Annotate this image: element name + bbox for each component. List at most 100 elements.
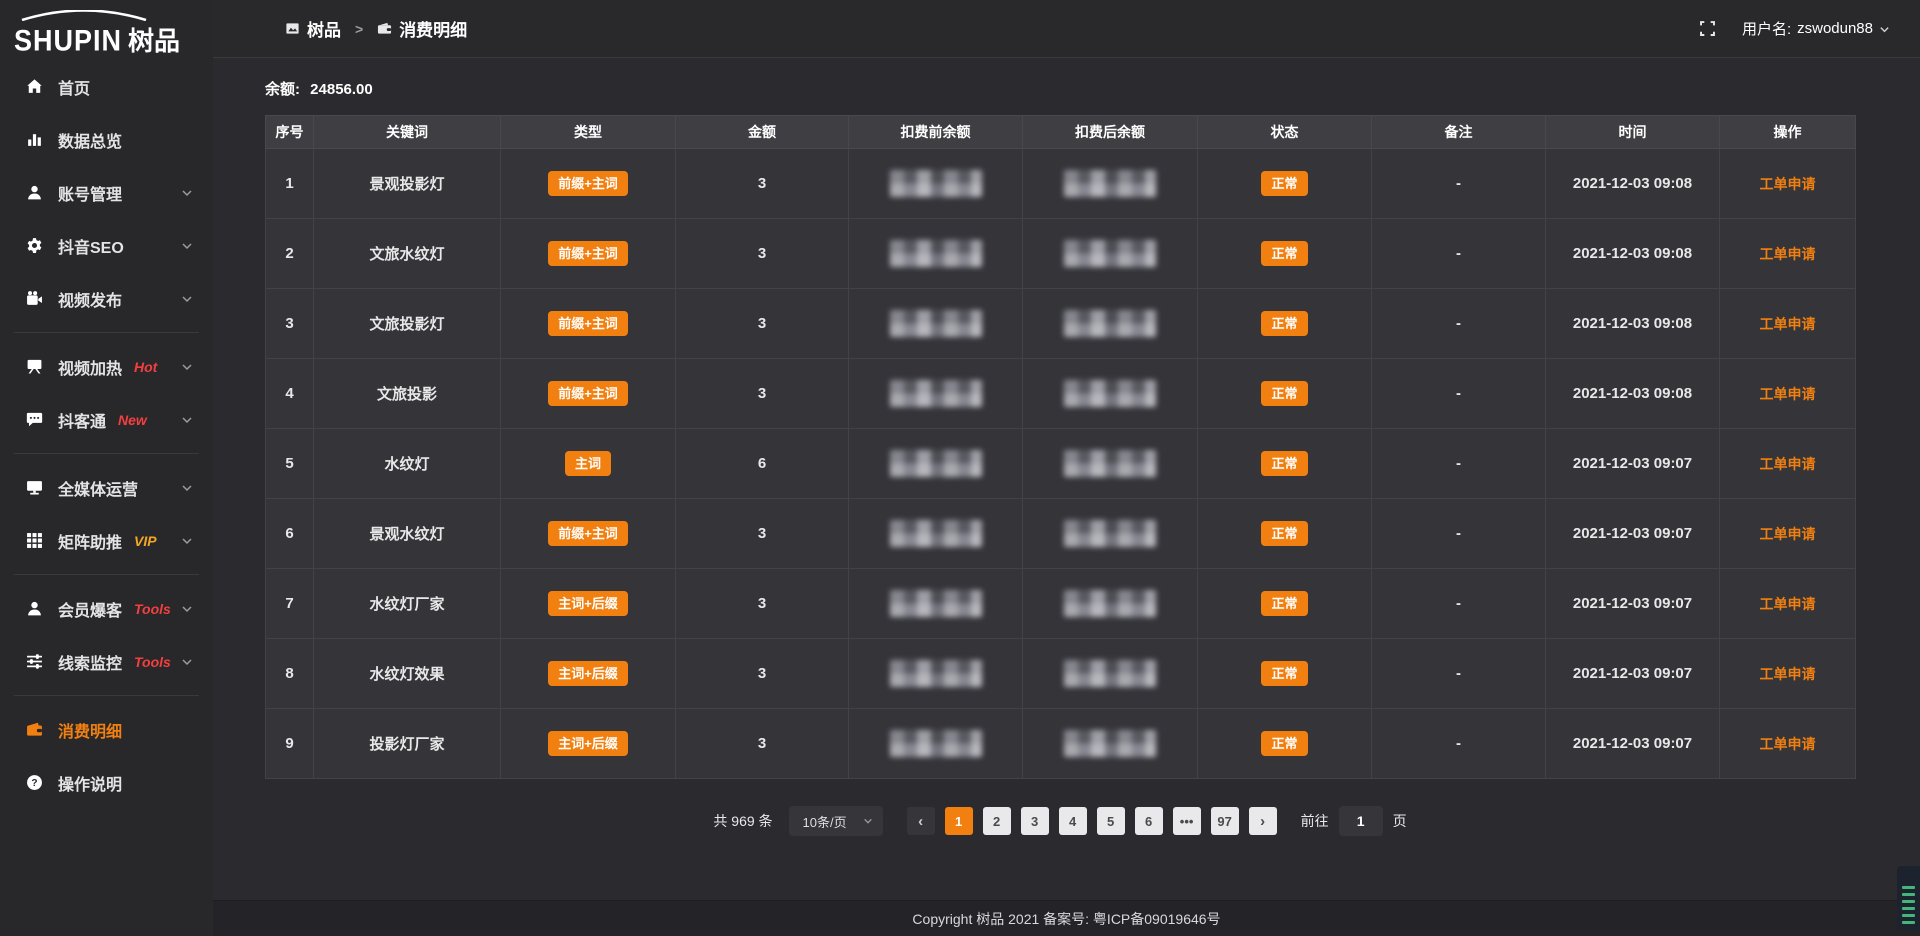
page-size-select[interactable]: 10条/页 <box>789 806 883 836</box>
cell-type: 前缀+主词 <box>501 499 676 569</box>
more-pages-button[interactable]: ••• <box>1173 807 1201 835</box>
status-badge: 正常 <box>1261 661 1307 686</box>
cell-time: 2021-12-03 09:08 <box>1546 149 1720 219</box>
redacted-balance-after <box>1064 660 1156 687</box>
sidebar-item-consumption-detail[interactable]: 消费明细 <box>0 703 213 756</box>
sidebar-item-matrix-boost[interactable]: 矩阵助推 VIP <box>0 514 213 567</box>
cell-balance-after <box>1023 149 1198 219</box>
cell-remark: - <box>1372 569 1546 639</box>
dashboard-icon <box>285 21 300 36</box>
app-window: SHUPIN 树品 首页 数据总览 账号管理 抖音SEO 视频发布 <box>0 0 1920 936</box>
sidebar-item-member-burst[interactable]: 会员爆客 Tools <box>0 582 213 635</box>
table-row: 9 投影灯厂家 主词+后缀 3 正常 - 2021-12-03 09:07 工单… <box>266 709 1856 779</box>
redacted-balance-before <box>890 520 982 547</box>
cell-balance-after <box>1023 289 1198 359</box>
sidebar-item-lead-monitor[interactable]: 线索监控 Tools <box>0 635 213 688</box>
status-badge: 正常 <box>1261 241 1307 266</box>
copyright-text: Copyright 树品 2021 备案号: 粤ICP备09019646号 <box>912 909 1220 929</box>
work-order-link[interactable]: 工单申请 <box>1760 596 1816 612</box>
fullscreen-icon[interactable] <box>1699 20 1716 37</box>
next-page-button[interactable]: › <box>1249 807 1277 835</box>
sidebar-item-operation-guide[interactable]: ? 操作说明 <box>0 756 213 809</box>
work-order-link[interactable]: 工单申请 <box>1760 246 1816 262</box>
work-order-link[interactable]: 工单申请 <box>1760 316 1816 332</box>
sidebar-item-home[interactable]: 首页 <box>0 60 213 113</box>
widget-bar <box>1902 914 1915 917</box>
sidebar-item-video-heat[interactable]: 视频加热 Hot <box>0 340 213 393</box>
cell-balance-after <box>1023 359 1198 429</box>
redacted-balance-after <box>1064 590 1156 617</box>
wallet-icon <box>25 721 44 738</box>
cell-balance-before <box>849 289 1023 359</box>
work-order-link[interactable]: 工单申请 <box>1760 456 1816 472</box>
cell-action: 工单申请 <box>1720 639 1856 709</box>
cell-time: 2021-12-03 09:08 <box>1546 289 1720 359</box>
cell-keyword: 水纹灯 <box>314 429 501 499</box>
page-button-2[interactable]: 2 <box>983 807 1011 835</box>
page-button-4[interactable]: 4 <box>1059 807 1087 835</box>
table-row: 5 水纹灯 主词 6 正常 - 2021-12-03 09:07 工单申请 <box>266 429 1856 499</box>
cell-status: 正常 <box>1198 709 1372 779</box>
table-header-row: 序号关键词类型金额扣费前余额扣费后余额状态备注时间操作 <box>266 116 1856 149</box>
page-button-5[interactable]: 5 <box>1097 807 1125 835</box>
sidebar-item-video-publish[interactable]: 视频发布 <box>0 272 213 325</box>
cell-remark: - <box>1372 709 1546 779</box>
breadcrumb-label: 树品 <box>307 16 341 41</box>
sidebar-item-doukeTong[interactable]: 抖客通 New <box>0 393 213 446</box>
sidebar-item-media-operation[interactable]: 全媒体运营 <box>0 461 213 514</box>
cell-remark: - <box>1372 149 1546 219</box>
breadcrumb-label: 消费明细 <box>399 16 467 41</box>
sliders-icon <box>25 653 44 670</box>
sidebar-item-label: 首页 <box>58 75 90 99</box>
cell-status: 正常 <box>1198 639 1372 709</box>
pagination: 共 969 条 10条/页 ‹ 123456•••97 › 前往 页 <box>265 806 1855 836</box>
cell-amount: 3 <box>676 639 849 709</box>
cell-time: 2021-12-03 09:07 <box>1546 569 1720 639</box>
status-badge: 正常 <box>1261 311 1307 336</box>
table-row: 1 景观投影灯 前缀+主词 3 正常 - 2021-12-03 09:08 工单… <box>266 149 1856 219</box>
cell-index: 7 <box>266 569 314 639</box>
status-badge: 正常 <box>1261 521 1307 546</box>
type-badge: 前缀+主词 <box>548 171 628 196</box>
cell-action: 工单申请 <box>1720 359 1856 429</box>
work-order-link[interactable]: 工单申请 <box>1760 386 1816 402</box>
status-badge: 正常 <box>1261 591 1307 616</box>
sidebar-item-douyin-seo[interactable]: 抖音SEO <box>0 219 213 272</box>
breadcrumb-item-home[interactable]: 树品 <box>285 16 341 41</box>
topbar: 树品 > 消费明细 用户名: zswodun88 <box>213 0 1920 58</box>
cell-balance-after <box>1023 709 1198 779</box>
page-list: 123456 ••• 97 <box>945 807 1239 835</box>
work-order-link[interactable]: 工单申请 <box>1760 176 1816 192</box>
cell-action: 工单申请 <box>1720 219 1856 289</box>
sidebar-item-account-management[interactable]: 账号管理 <box>0 166 213 219</box>
type-badge: 主词+后缀 <box>548 591 628 616</box>
cell-balance-before <box>849 429 1023 499</box>
cell-balance-after <box>1023 639 1198 709</box>
cell-action: 工单申请 <box>1720 709 1856 779</box>
work-order-link[interactable]: 工单申请 <box>1760 666 1816 682</box>
table-row: 7 水纹灯厂家 主词+后缀 3 正常 - 2021-12-03 09:07 工单… <box>266 569 1856 639</box>
cell-remark: - <box>1372 499 1546 569</box>
breadcrumb-separator: > <box>351 21 367 37</box>
cell-status: 正常 <box>1198 429 1372 499</box>
prev-page-button[interactable]: ‹ <box>907 807 935 835</box>
work-order-link[interactable]: 工单申请 <box>1760 736 1816 752</box>
chevron-down-icon <box>181 603 193 615</box>
cell-amount: 3 <box>676 709 849 779</box>
page-button-97[interactable]: 97 <box>1211 807 1239 835</box>
work-order-link[interactable]: 工单申请 <box>1760 526 1816 542</box>
page-button-1[interactable]: 1 <box>945 807 973 835</box>
table-row: 8 水纹灯效果 主词+后缀 3 正常 - 2021-12-03 09:07 工单… <box>266 639 1856 709</box>
goto-page-input[interactable] <box>1339 806 1383 836</box>
breadcrumb-item-current[interactable]: 消费明细 <box>377 16 467 41</box>
widget-bar <box>1902 893 1915 896</box>
user-menu[interactable]: 用户名: zswodun88 <box>1742 18 1890 39</box>
redacted-balance-after <box>1064 240 1156 267</box>
cell-status: 正常 <box>1198 359 1372 429</box>
cell-action: 工单申请 <box>1720 499 1856 569</box>
page-button-3[interactable]: 3 <box>1021 807 1049 835</box>
floating-widget[interactable] <box>1897 866 1920 930</box>
sidebar-item-data-overview[interactable]: 数据总览 <box>0 113 213 166</box>
page-button-6[interactable]: 6 <box>1135 807 1163 835</box>
cell-balance-after <box>1023 569 1198 639</box>
